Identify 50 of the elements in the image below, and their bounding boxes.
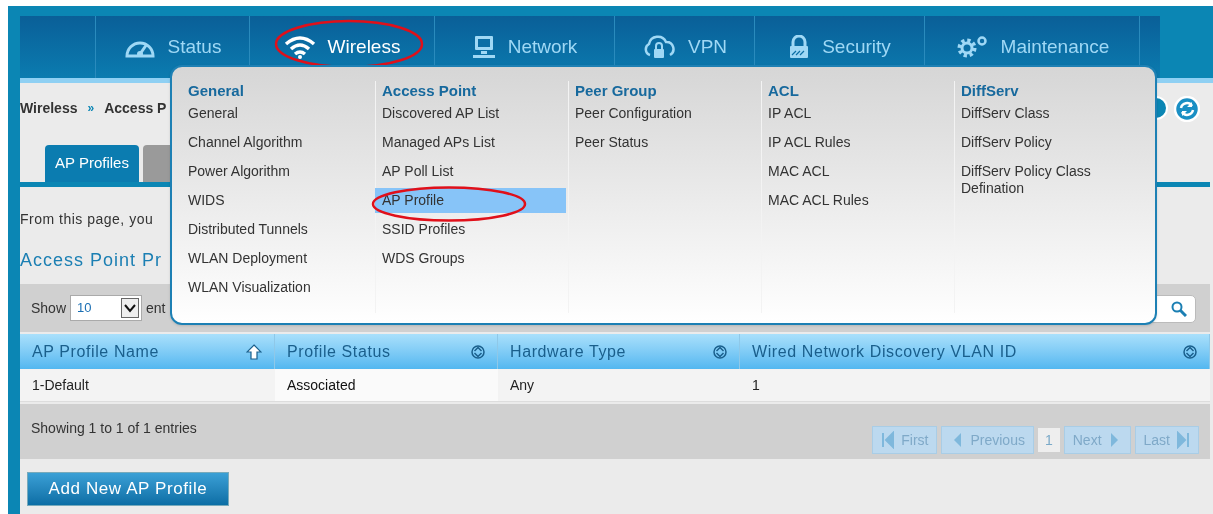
section-heading: Access Point Pr [20,249,163,272]
menu-heading: ACL [768,81,800,101]
table-cell-text: 1-Default [31,375,90,395]
menu-heading: Access Point [382,81,478,101]
breadcrumb-link[interactable]: Access P [104,97,167,119]
refresh-icon [1174,96,1200,122]
show-label: Show [31,298,67,318]
menu-heading: General [188,81,245,101]
menu-item[interactable]: Peer Status [568,130,759,155]
menu-item[interactable]: Power Algorithm [181,159,373,184]
menu-item[interactable]: SSID Profiles [375,217,566,242]
menu-item[interactable]: Discovered AP List [375,101,566,126]
entries-info: Showing 1 to 1 of 1 entries [31,419,197,436]
menu-item[interactable]: IP ACL Rules [761,130,952,155]
computer-icon [471,35,496,59]
menu-item[interactable]: DiffServ Policy [954,130,1145,155]
menu-heading: Peer Group [575,81,658,101]
menu-item[interactable]: IP ACL [761,101,952,126]
menu-item[interactable]: Channel Algorithm [181,130,373,155]
table-cell-text: 1 [751,375,761,395]
menu-item[interactable]: AP Profile [375,188,566,213]
arrow-icon [881,431,896,449]
menu-item[interactable]: WIDS [181,188,373,213]
menu-item[interactable]: General [181,101,373,126]
add-profile-button[interactable]: Add New AP Profile [27,472,229,506]
page-size-select[interactable]: 10 [70,295,143,321]
table-cell: Associated [275,369,498,401]
menu-item[interactable]: Peer Configuration [568,101,759,126]
menu-heading: DiffServ [961,81,1020,101]
menu-item[interactable]: WLAN Visualization [181,275,373,300]
tab[interactable]: AP Profiles [45,145,139,182]
caret-icon [121,298,140,318]
menu-item[interactable]: AP Poll List [375,159,566,184]
menu-item[interactable]: Managed APs List [375,130,566,155]
table-cell-text: Any [509,375,536,395]
menu-item[interactable]: WDS Groups [375,246,566,271]
menu-item[interactable]: MAC ACL [761,159,952,184]
search-icon [1171,301,1187,317]
entries-label: ent [146,298,166,318]
breadcrumb-link[interactable]: Wireless [20,97,78,119]
menu-item[interactable]: DiffServ Policy Class Defination [954,159,1145,201]
menu-item[interactable]: Distributed Tunnels [181,217,373,242]
menu-item[interactable]: WLAN Deployment [181,246,373,271]
arrow-icon [1176,431,1190,449]
padlock-icon [788,35,811,59]
breadcrumb-separator: » [87,100,95,117]
menu-item[interactable]: MAC ACL Rules [761,188,952,213]
intro-text: From this page, you [20,210,154,229]
menu-item[interactable]: DiffServ Class [954,101,1145,126]
wifi-icon [283,35,316,59]
